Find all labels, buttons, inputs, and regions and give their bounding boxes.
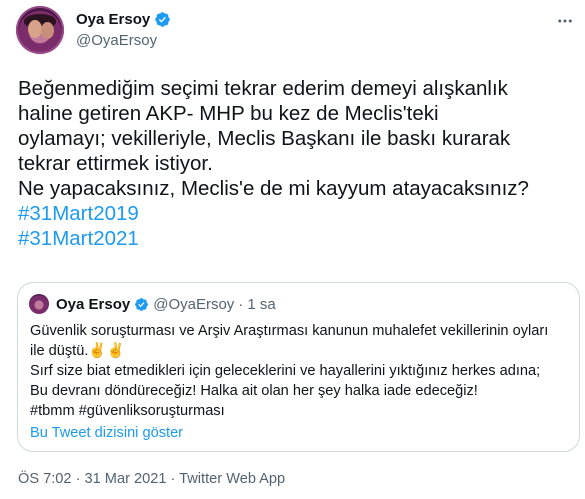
more-options-icon[interactable] bbox=[556, 12, 574, 30]
quoted-author-name: Oya Ersoy bbox=[56, 296, 131, 313]
author-handle[interactable]: @OyaErsoy bbox=[76, 32, 157, 49]
author-display-name[interactable]: Oya Ersoy bbox=[76, 11, 150, 28]
quoted-author-avatar bbox=[29, 294, 49, 314]
tweet-metadata[interactable]: ÖS 7:02 · 31 Mar 2021 · Twitter Web App bbox=[18, 471, 285, 487]
quoted-tweet-header: Oya Ersoy @OyaErsoy · 1 sa bbox=[56, 296, 276, 313]
verified-badge-icon bbox=[135, 298, 149, 311]
quoted-text-line: ile düştü.✌️✌️ bbox=[30, 343, 125, 359]
quoted-text-line: Güvenlik soruşturması ve Arşiv Araştırma… bbox=[30, 323, 549, 339]
tweet-text-line: tekrar ettirmek istiyor. bbox=[18, 152, 213, 175]
quoted-text-line: Bu devranı döndüreceğiz! Halka ait olan … bbox=[30, 383, 478, 399]
hashtag-link[interactable]: #31Mart2019 bbox=[18, 201, 578, 226]
author-avatar[interactable] bbox=[16, 6, 64, 54]
quoted-timestamp: 1 sa bbox=[247, 296, 276, 313]
quoted-text-line: #tbmm #güvenliksoruşturması bbox=[30, 403, 225, 419]
quoted-separator: · bbox=[238, 296, 244, 313]
quoted-tweet[interactable]: Oya Ersoy @OyaErsoy · 1 sa Güvenlik soru… bbox=[17, 282, 580, 452]
tweet-text: Beğenmediğim seçimi tekrar ederim demeyi… bbox=[18, 76, 578, 251]
tweet-text-line: haline getiren AKP- MHP bu kez de Meclis… bbox=[18, 102, 439, 125]
tweet-card: Oya Ersoy @OyaErsoy Beğenmediğim seçimi … bbox=[0, 0, 585, 499]
hashtag-link[interactable]: #31Mart2021 bbox=[18, 226, 578, 251]
quoted-author-handle: @OyaErsoy bbox=[153, 296, 235, 313]
tweet-text-line: oylamayı; vekilleriyle, Meclis Başkanı i… bbox=[18, 127, 511, 150]
tweet-text-line: Beğenmediğim seçimi tekrar ederim demeyi… bbox=[18, 77, 508, 100]
verified-badge-icon bbox=[155, 12, 170, 27]
quoted-text-line: Sırf size biat etmedikleri için gelecekl… bbox=[30, 363, 541, 379]
author-name-row: Oya Ersoy bbox=[76, 11, 171, 28]
show-thread-link[interactable]: Bu Tweet dizisini göster bbox=[30, 425, 183, 441]
tweet-text-line: Ne yapacaksınız, Meclis'e de mi kayyum a… bbox=[18, 177, 529, 200]
quoted-tweet-text: Güvenlik soruşturması ve Arşiv Araştırma… bbox=[30, 321, 570, 421]
